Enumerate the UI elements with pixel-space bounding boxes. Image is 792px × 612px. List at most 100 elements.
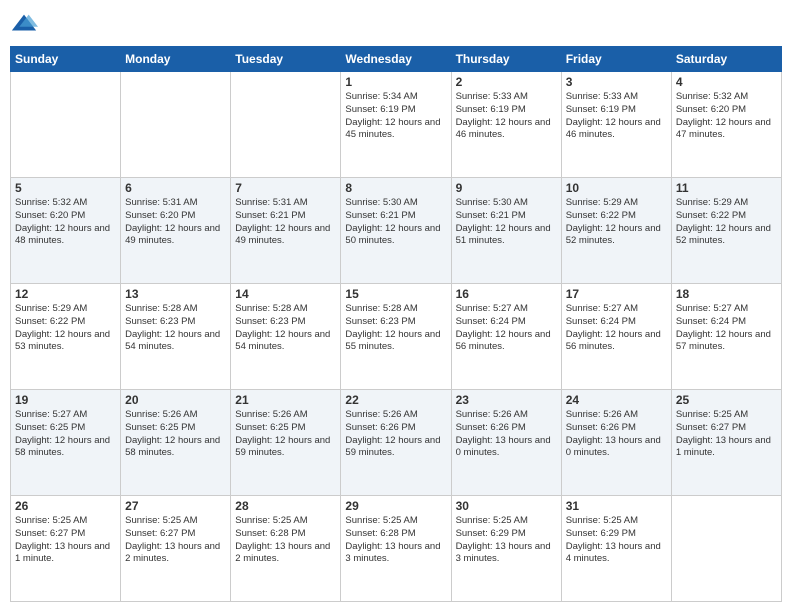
day-info: Sunrise: 5:30 AM Sunset: 6:21 PM Dayligh… [456,197,557,248]
calendar-cell: 27 Sunrise: 5:25 AM Sunset: 6:27 PM Dayli… [121,496,231,602]
day-info: Sunrise: 5:27 AM Sunset: 6:25 PM Dayligh… [15,409,116,460]
calendar-cell: 12 Sunrise: 5:29 AM Sunset: 6:22 PM Dayli… [11,284,121,390]
day-number: 23 [456,393,557,407]
day-info: Sunrise: 5:27 AM Sunset: 6:24 PM Dayligh… [566,303,667,354]
day-number: 13 [125,287,226,301]
calendar-week-5: 26 Sunrise: 5:25 AM Sunset: 6:27 PM Dayli… [11,496,782,602]
day-number: 31 [566,499,667,513]
day-info: Sunrise: 5:25 AM Sunset: 6:29 PM Dayligh… [456,515,557,566]
calendar-table: SundayMondayTuesdayWednesdayThursdayFrid… [10,46,782,602]
calendar-cell: 24Sunrise: 5:26 AM Sunset: 6:26 PM Dayli… [561,390,671,496]
day-info: Sunrise: 5:30 AM Sunset: 6:21 PM Dayligh… [345,197,446,248]
page: SundayMondayTuesdayWednesdayThursdayFrid… [0,0,792,612]
day-number: 20 [125,393,226,407]
col-header-monday: Monday [121,47,231,72]
day-number: 19 [15,393,116,407]
calendar-week-2: 5 Sunrise: 5:32 AM Sunset: 6:20 PM Daylig… [11,178,782,284]
calendar-cell: 30Sunrise: 5:25 AM Sunset: 6:29 PM Dayli… [451,496,561,602]
day-number: 2 [456,75,557,89]
logo-icon [10,10,38,38]
day-number: 6 [125,181,226,195]
day-number: 1 [345,75,446,89]
day-info: Sunrise: 5:28 AM Sunset: 6:23 PM Dayligh… [345,303,446,354]
logo [10,10,42,38]
calendar-cell: 25 Sunrise: 5:25 AM Sunset: 6:27 PM Dayli… [671,390,781,496]
calendar-cell: 18 Sunrise: 5:27 AM Sunset: 6:24 PM Dayli… [671,284,781,390]
day-info: Sunrise: 5:27 AM Sunset: 6:24 PM Dayligh… [676,303,777,354]
day-number: 16 [456,287,557,301]
calendar-cell: 14Sunrise: 5:28 AM Sunset: 6:23 PM Dayli… [231,284,341,390]
col-header-thursday: Thursday [451,47,561,72]
day-info: Sunrise: 5:25 AM Sunset: 6:27 PM Dayligh… [125,515,226,566]
day-info: Sunrise: 5:32 AM Sunset: 6:20 PM Dayligh… [15,197,116,248]
calendar-cell: 9 Sunrise: 5:30 AM Sunset: 6:21 PM Daylig… [451,178,561,284]
day-number: 11 [676,181,777,195]
header [10,10,782,38]
day-info: Sunrise: 5:33 AM Sunset: 6:19 PM Dayligh… [456,91,557,142]
day-info: Sunrise: 5:26 AM Sunset: 6:25 PM Dayligh… [235,409,336,460]
day-info: Sunrise: 5:25 AM Sunset: 6:28 PM Dayligh… [345,515,446,566]
calendar-cell: 13Sunrise: 5:28 AM Sunset: 6:23 PM Dayli… [121,284,231,390]
calendar-header-row: SundayMondayTuesdayWednesdayThursdayFrid… [11,47,782,72]
calendar-cell: 3Sunrise: 5:33 AM Sunset: 6:19 PM Daylig… [561,72,671,178]
calendar-week-3: 12 Sunrise: 5:29 AM Sunset: 6:22 PM Dayli… [11,284,782,390]
calendar-cell: 16 Sunrise: 5:27 AM Sunset: 6:24 PM Dayli… [451,284,561,390]
day-info: Sunrise: 5:26 AM Sunset: 6:25 PM Dayligh… [125,409,226,460]
day-number: 12 [15,287,116,301]
day-info: Sunrise: 5:26 AM Sunset: 6:26 PM Dayligh… [566,409,667,460]
calendar-week-4: 19 Sunrise: 5:27 AM Sunset: 6:25 PM Dayli… [11,390,782,496]
calendar-cell: 10 Sunrise: 5:29 AM Sunset: 6:22 PM Dayli… [561,178,671,284]
calendar-cell: 6 Sunrise: 5:31 AM Sunset: 6:20 PM Daylig… [121,178,231,284]
day-number: 7 [235,181,336,195]
day-number: 29 [345,499,446,513]
day-info: Sunrise: 5:25 AM Sunset: 6:27 PM Dayligh… [15,515,116,566]
calendar-cell: 21 Sunrise: 5:26 AM Sunset: 6:25 PM Dayli… [231,390,341,496]
calendar-cell: 15 Sunrise: 5:28 AM Sunset: 6:23 PM Dayli… [341,284,451,390]
calendar-cell [11,72,121,178]
day-number: 15 [345,287,446,301]
day-number: 22 [345,393,446,407]
day-number: 26 [15,499,116,513]
calendar-cell: 5 Sunrise: 5:32 AM Sunset: 6:20 PM Daylig… [11,178,121,284]
day-info: Sunrise: 5:25 AM Sunset: 6:28 PM Dayligh… [235,515,336,566]
day-info: Sunrise: 5:33 AM Sunset: 6:19 PM Dayligh… [566,91,667,142]
day-info: Sunrise: 5:25 AM Sunset: 6:29 PM Dayligh… [566,515,667,566]
day-info: Sunrise: 5:27 AM Sunset: 6:24 PM Dayligh… [456,303,557,354]
day-number: 27 [125,499,226,513]
day-number: 25 [676,393,777,407]
day-info: Sunrise: 5:29 AM Sunset: 6:22 PM Dayligh… [566,197,667,248]
calendar-cell: 1 Sunrise: 5:34 AM Sunset: 6:19 PM Daylig… [341,72,451,178]
day-info: Sunrise: 5:29 AM Sunset: 6:22 PM Dayligh… [676,197,777,248]
day-info: Sunrise: 5:31 AM Sunset: 6:20 PM Dayligh… [125,197,226,248]
calendar-cell: 22Sunrise: 5:26 AM Sunset: 6:26 PM Dayli… [341,390,451,496]
calendar-cell [671,496,781,602]
col-header-wednesday: Wednesday [341,47,451,72]
day-info: Sunrise: 5:31 AM Sunset: 6:21 PM Dayligh… [235,197,336,248]
calendar-week-1: 1 Sunrise: 5:34 AM Sunset: 6:19 PM Daylig… [11,72,782,178]
day-number: 10 [566,181,667,195]
day-info: Sunrise: 5:32 AM Sunset: 6:20 PM Dayligh… [676,91,777,142]
day-number: 8 [345,181,446,195]
calendar-cell: 4Sunrise: 5:32 AM Sunset: 6:20 PM Daylig… [671,72,781,178]
col-header-friday: Friday [561,47,671,72]
day-info: Sunrise: 5:26 AM Sunset: 6:26 PM Dayligh… [456,409,557,460]
calendar-cell: 23 Sunrise: 5:26 AM Sunset: 6:26 PM Dayli… [451,390,561,496]
day-number: 9 [456,181,557,195]
calendar-cell: 7 Sunrise: 5:31 AM Sunset: 6:21 PM Daylig… [231,178,341,284]
day-number: 21 [235,393,336,407]
calendar-cell: 11 Sunrise: 5:29 AM Sunset: 6:22 PM Dayli… [671,178,781,284]
calendar-cell: 29 Sunrise: 5:25 AM Sunset: 6:28 PM Dayli… [341,496,451,602]
day-number: 18 [676,287,777,301]
col-header-saturday: Saturday [671,47,781,72]
day-info: Sunrise: 5:29 AM Sunset: 6:22 PM Dayligh… [15,303,116,354]
day-number: 5 [15,181,116,195]
calendar-cell: 26 Sunrise: 5:25 AM Sunset: 6:27 PM Dayli… [11,496,121,602]
day-number: 28 [235,499,336,513]
calendar-cell: 2 Sunrise: 5:33 AM Sunset: 6:19 PM Daylig… [451,72,561,178]
col-header-tuesday: Tuesday [231,47,341,72]
calendar-cell: 17Sunrise: 5:27 AM Sunset: 6:24 PM Dayli… [561,284,671,390]
day-info: Sunrise: 5:25 AM Sunset: 6:27 PM Dayligh… [676,409,777,460]
day-info: Sunrise: 5:34 AM Sunset: 6:19 PM Dayligh… [345,91,446,142]
day-number: 14 [235,287,336,301]
calendar-cell: 31 Sunrise: 5:25 AM Sunset: 6:29 PM Dayli… [561,496,671,602]
